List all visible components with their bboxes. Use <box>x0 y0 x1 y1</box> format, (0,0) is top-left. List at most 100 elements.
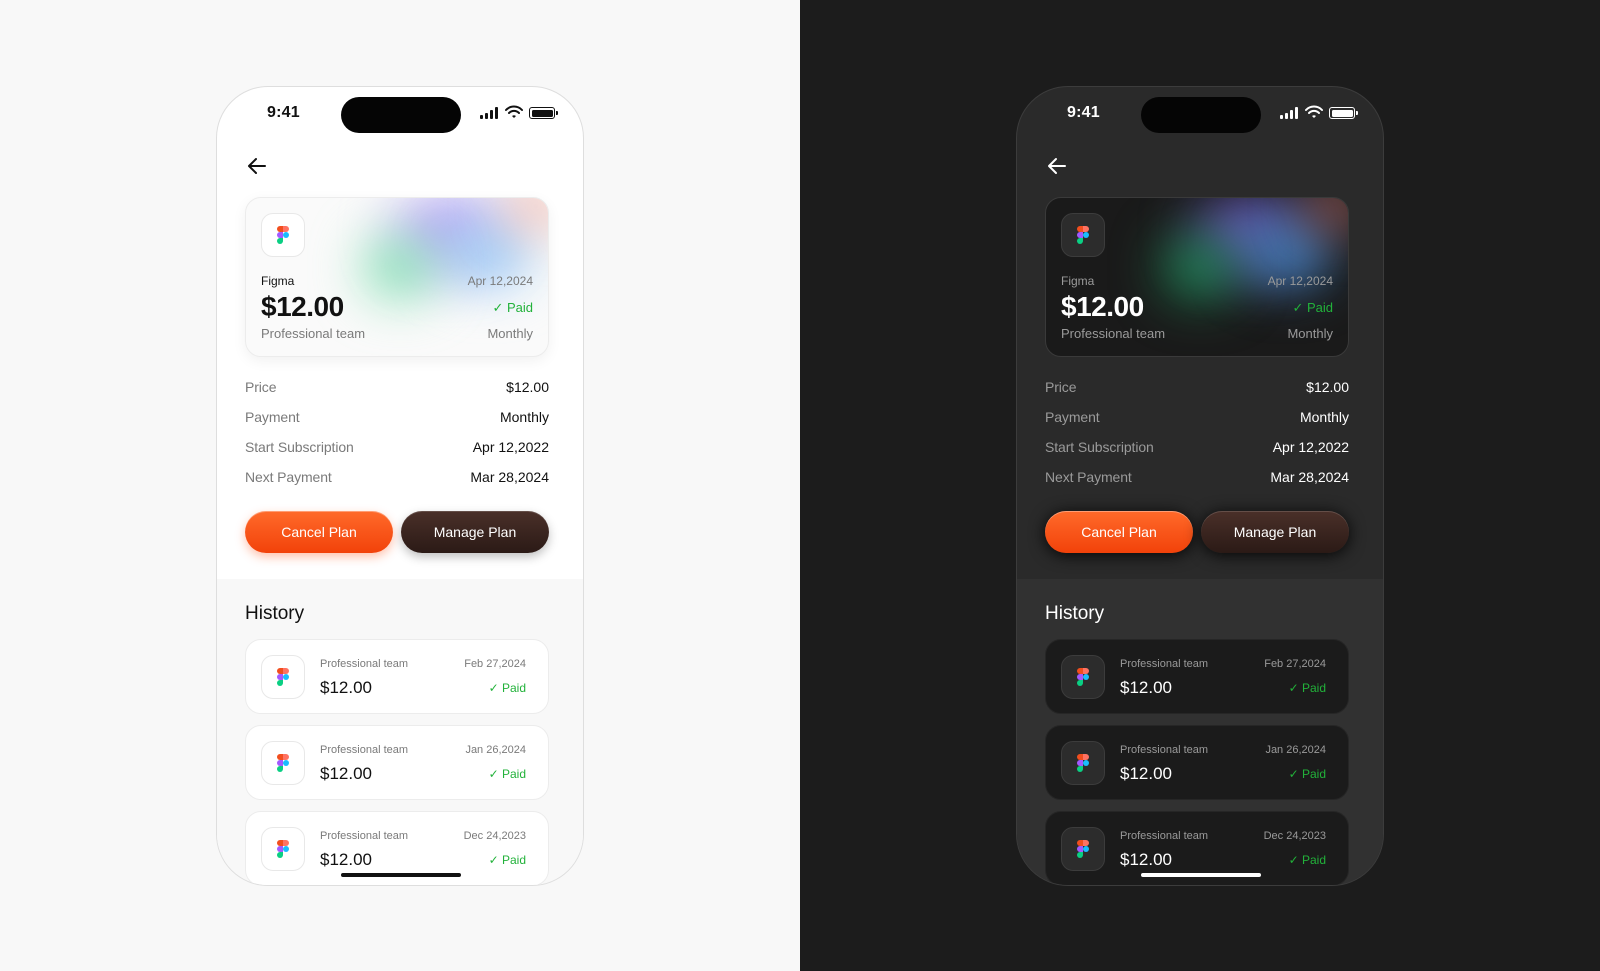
figma-logo-icon <box>261 655 305 699</box>
check-icon: ✓ <box>1292 300 1307 315</box>
history-item[interactable]: Professional team Jan 26,2024 $12.00 ✓ P… <box>1045 725 1349 800</box>
detail-row-next-payment: Next Payment Mar 28,2024 <box>1045 469 1349 485</box>
subscription-details: Price $12.00 Payment Monthly Start Subscri… <box>1045 379 1349 499</box>
check-icon: ✓ <box>488 767 502 781</box>
phone-dark: 9:41 Figma Apr 12,2024 $12.00 ✓ Paid Pro… <box>1016 86 1384 886</box>
back-arrow-icon[interactable] <box>245 155 269 177</box>
history-date: Feb 27,2024 <box>1264 658 1326 670</box>
detail-row-payment: Payment Monthly <box>245 409 549 425</box>
cancel-plan-button[interactable]: Cancel Plan <box>245 511 393 553</box>
home-indicator[interactable] <box>1141 873 1261 877</box>
history-item[interactable]: Professional team Feb 27,2024 $12.00 ✓ P… <box>1045 639 1349 714</box>
dynamic-island <box>1141 97 1261 133</box>
subscription-card[interactable]: Figma Apr 12,2024 $12.00 ✓ Paid Professi… <box>245 197 549 357</box>
card-status-badge: ✓ Paid <box>492 300 533 315</box>
history-status: ✓ Paid <box>1288 853 1326 867</box>
history-status: ✓ Paid <box>1288 767 1326 781</box>
history-amount: $12.00 <box>320 850 372 869</box>
check-icon: ✓ <box>488 853 502 867</box>
card-amount: $12.00 <box>261 291 344 322</box>
history-date: Jan 26,2024 <box>1265 744 1326 756</box>
history-title: History <box>1045 603 1105 624</box>
card-gradient-green <box>364 236 436 298</box>
card-cycle: Monthly <box>1287 326 1333 341</box>
history-section: History Professional team Feb 27,2024 $1… <box>1017 579 1383 885</box>
figma-logo-icon <box>261 827 305 871</box>
history-plan: Professional team <box>1120 744 1209 756</box>
history-item[interactable]: Professional team Jan 26,2024 $12.00 ✓ P… <box>245 725 549 800</box>
history-date: Feb 27,2024 <box>464 658 526 670</box>
history-amount: $12.00 <box>1120 764 1172 783</box>
check-icon: ✓ <box>1288 681 1302 695</box>
history-plan: Professional team <box>320 830 409 842</box>
history-amount: $12.00 <box>320 678 372 697</box>
history-plan: Professional team <box>320 744 409 756</box>
card-gradient-green <box>1164 236 1236 298</box>
history-amount: $12.00 <box>1120 678 1172 697</box>
detail-row-next-payment: Next Payment Mar 28,2024 <box>245 469 549 485</box>
card-plan: Professional team <box>261 326 366 341</box>
history-status: ✓ Paid <box>488 767 526 781</box>
card-app-name: Figma <box>261 274 295 288</box>
battery-icon <box>1329 107 1358 119</box>
check-icon: ✓ <box>488 681 502 695</box>
cancel-plan-button[interactable]: Cancel Plan <box>1045 511 1193 553</box>
card-amount: $12.00 <box>1061 291 1144 322</box>
subscription-card[interactable]: Figma Apr 12,2024 $12.00 ✓ Paid Professi… <box>1045 197 1349 357</box>
check-icon: ✓ <box>1288 853 1302 867</box>
wifi-icon <box>505 105 523 118</box>
history-status: ✓ Paid <box>1288 681 1326 695</box>
detail-row-price: Price $12.00 <box>245 379 549 395</box>
cellular-signal-icon <box>1280 107 1298 119</box>
card-date: Apr 12,2024 <box>1267 274 1333 288</box>
status-bar: 9:41 <box>217 87 583 141</box>
history-title: History <box>245 603 305 624</box>
wifi-icon <box>1305 105 1323 118</box>
home-indicator[interactable] <box>341 873 461 877</box>
card-gradient-pink <box>504 198 548 228</box>
history-amount: $12.00 <box>1120 850 1172 869</box>
battery-icon <box>529 107 558 119</box>
detail-row-payment: Payment Monthly <box>1045 409 1349 425</box>
card-date: Apr 12,2024 <box>467 274 533 288</box>
figma-logo-icon <box>1061 827 1105 871</box>
status-time: 9:41 <box>1067 104 1100 121</box>
cellular-signal-icon <box>480 107 498 119</box>
history-date: Dec 24,2023 <box>1263 830 1326 842</box>
plan-actions: Cancel Plan Manage Plan <box>1045 511 1349 553</box>
history-plan: Professional team <box>1120 658 1209 670</box>
phone-light: 9:41 Figma Apr 12,2024 $12.00 ✓ Paid Pro… <box>216 86 584 886</box>
manage-plan-button[interactable]: Manage Plan <box>401 511 549 553</box>
history-status: ✓ Paid <box>488 853 526 867</box>
detail-row-price: Price $12.00 <box>1045 379 1349 395</box>
subscription-details: Price $12.00 Payment Monthly Start Subscri… <box>245 379 549 499</box>
dynamic-island <box>341 97 461 133</box>
detail-row-start: Start Subscription Apr 12,2022 <box>245 439 549 455</box>
history-plan: Professional team <box>1120 830 1209 842</box>
back-arrow-icon[interactable] <box>1045 155 1069 177</box>
check-icon: ✓ <box>492 300 507 315</box>
history-plan: Professional team <box>320 658 409 670</box>
card-plan: Professional team <box>1061 326 1166 341</box>
card-cycle: Monthly <box>487 326 533 341</box>
manage-plan-button[interactable]: Manage Plan <box>1201 511 1349 553</box>
status-bar: 9:41 <box>1017 87 1383 141</box>
status-time: 9:41 <box>267 104 300 121</box>
figma-logo-icon <box>1061 655 1105 699</box>
history-date: Dec 24,2023 <box>463 830 526 842</box>
history-date: Jan 26,2024 <box>465 744 526 756</box>
plan-actions: Cancel Plan Manage Plan <box>245 511 549 553</box>
history-item[interactable]: Professional team Feb 27,2024 $12.00 ✓ P… <box>245 639 549 714</box>
detail-row-start: Start Subscription Apr 12,2022 <box>1045 439 1349 455</box>
figma-logo-icon <box>1061 741 1105 785</box>
history-amount: $12.00 <box>320 764 372 783</box>
figma-logo-icon <box>261 213 305 257</box>
card-app-name: Figma <box>1061 274 1095 288</box>
figma-logo-icon <box>261 741 305 785</box>
card-status-badge: ✓ Paid <box>1292 300 1333 315</box>
figma-logo-icon <box>1061 213 1105 257</box>
card-gradient-pink <box>1304 198 1348 228</box>
history-status: ✓ Paid <box>488 681 526 695</box>
history-section: History Professional team Feb 27,2024 $1… <box>217 579 583 885</box>
check-icon: ✓ <box>1288 767 1302 781</box>
